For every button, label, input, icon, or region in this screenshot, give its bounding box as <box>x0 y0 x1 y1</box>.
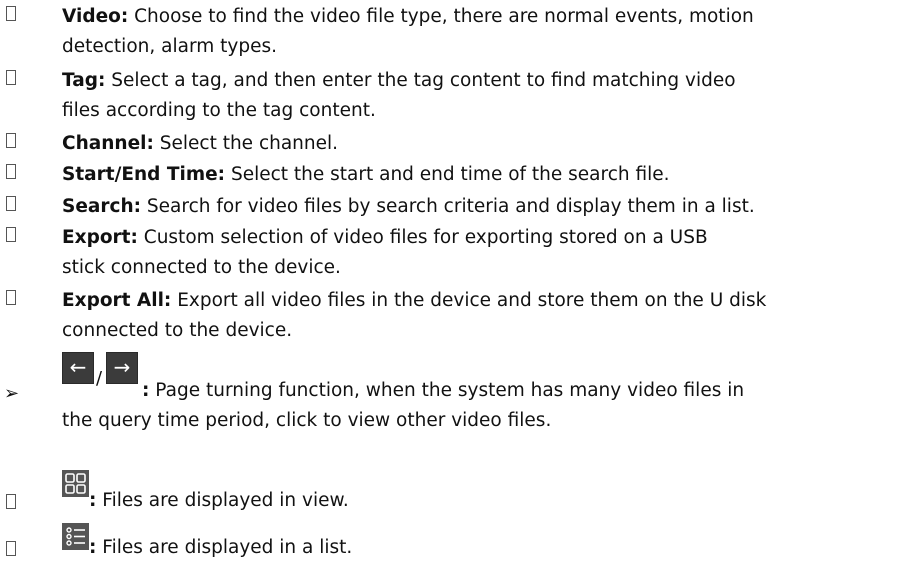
missing-glyph-bullet-icon <box>6 6 16 21</box>
missing-glyph-bullet-icon <box>6 196 16 211</box>
item-text-cont: detection, alarm types. <box>62 36 277 57</box>
item-label: Export: <box>62 227 138 248</box>
arrow-left-icon[interactable]: ← <box>62 352 94 384</box>
item-text: Select the start and end time of the sea… <box>230 164 670 185</box>
item-text-cont: the query time period, click to view oth… <box>62 410 552 431</box>
item-label: Export All: <box>62 290 172 311</box>
grid-view-icon[interactable] <box>62 470 89 497</box>
item-text: Search for video files by search criteri… <box>146 196 755 217</box>
item-text: Select a tag, and then enter the tag con… <box>111 70 736 91</box>
item-label: Tag: <box>62 70 106 91</box>
item-text-cont: connected to the device. <box>62 320 293 341</box>
missing-glyph-bullet-icon <box>6 227 16 242</box>
item-text: Custom selection of video files for expo… <box>143 227 708 248</box>
colon: : <box>89 537 97 558</box>
item-text: Select the channel. <box>159 133 339 154</box>
missing-glyph-bullet-icon <box>6 133 16 148</box>
arrow-right-icon[interactable]: → <box>106 352 138 384</box>
missing-glyph-bullet-icon <box>6 164 16 179</box>
missing-glyph-bullet-icon <box>6 541 16 556</box>
item-text-cont: stick connected to the device. <box>62 257 341 278</box>
item-text: Export all video files in the device and… <box>177 290 767 311</box>
item-text: Files are displayed in a list. <box>102 537 353 558</box>
item-label: Search: <box>62 196 142 217</box>
item-text: Choose to find the video file type, ther… <box>134 6 754 27</box>
item-label: Channel: <box>62 133 154 154</box>
colon: : <box>142 380 150 401</box>
arrowhead-bullet-icon: ➢ <box>4 383 20 404</box>
missing-glyph-bullet-icon <box>6 70 16 85</box>
item-text: Page turning function, when the system h… <box>155 380 745 401</box>
list-item-page-turn: ➢ ← / → : Page turning function, when th… <box>0 348 913 438</box>
item-text-cont: files according to the tag content. <box>62 100 376 121</box>
document-page: Video: Choose to find the video file typ… <box>0 0 913 565</box>
separator-slash: / <box>96 368 103 389</box>
colon: : <box>89 490 97 511</box>
missing-glyph-bullet-icon <box>6 494 16 509</box>
list-view-icon[interactable] <box>62 523 89 550</box>
missing-glyph-bullet-icon <box>6 290 16 305</box>
item-text: Files are displayed in view. <box>102 490 349 511</box>
item-label: Video: <box>62 6 129 27</box>
item-label: Start/End Time: <box>62 164 226 185</box>
